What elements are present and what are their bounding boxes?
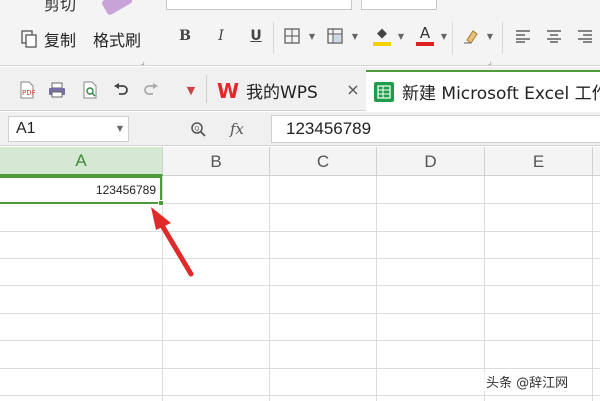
print-preview-icon[interactable]	[79, 79, 101, 101]
gridline	[0, 285, 600, 286]
ribbon-divider	[273, 22, 274, 54]
align-center-icon[interactable]	[545, 27, 563, 45]
column-header-e[interactable]: E	[485, 147, 593, 176]
name-box[interactable]: A1 ▼	[8, 116, 129, 142]
letter-a-icon: A	[419, 24, 431, 42]
ribbon: 剪切 复制 格式刷 ⌟ B I U ▼ ▼ ◆ ▼ A ▼ ▼ ⌟	[0, 0, 600, 66]
column-header-a[interactable]: A	[0, 147, 163, 176]
column-header-c[interactable]: C	[270, 147, 377, 176]
cell-a1[interactable]: 123456789	[0, 176, 162, 204]
worksheet-grid[interactable]: 123456789	[0, 176, 600, 401]
column-headers: A B C D E	[0, 147, 600, 176]
tab-my-wps[interactable]: W 我的WPS ×	[208, 70, 364, 111]
clear-format-icon[interactable]	[461, 26, 481, 46]
formula-input[interactable]: 123456789	[271, 115, 600, 143]
close-icon[interactable]: ×	[344, 79, 362, 99]
svg-text:Q: Q	[195, 126, 200, 133]
fill-color-swatch	[373, 41, 391, 46]
merge-icon[interactable]	[326, 27, 344, 45]
ribbon-divider	[452, 22, 453, 54]
bold-button[interactable]: B	[176, 27, 194, 45]
column-header-d[interactable]: D	[377, 147, 485, 176]
font-size-select[interactable]	[361, 0, 437, 10]
format-painter-button[interactable]: 格式刷	[93, 29, 141, 50]
formula-value: 123456789	[286, 119, 372, 138]
tab-divider	[206, 75, 207, 103]
copy-button[interactable]: 复制	[44, 29, 76, 50]
clear-dropdown-chevron-down-icon[interactable]: ▼	[485, 29, 495, 43]
fill-dropdown-chevron-down-icon[interactable]: ▼	[396, 29, 406, 43]
tab-excel-workbook[interactable]: 新建 Microsoft Excel 工作表	[366, 70, 600, 111]
merge-dropdown-chevron-down-icon[interactable]: ▼	[350, 29, 360, 43]
gridline	[0, 313, 600, 314]
name-box-chevron-down-icon[interactable]: ▼	[117, 124, 123, 133]
excel-file-icon	[374, 81, 394, 102]
print-icon[interactable]	[46, 79, 68, 101]
cell-a1-value: 123456789	[95, 183, 156, 197]
font-color-dropdown-chevron-down-icon[interactable]: ▼	[439, 29, 449, 43]
fill-color-icon[interactable]: ◆	[371, 24, 393, 48]
font-dialog-launcher-icon[interactable]: ⌟	[488, 57, 492, 65]
gridline	[0, 258, 600, 259]
italic-button[interactable]: I	[212, 27, 230, 45]
align-left-icon[interactable]	[514, 27, 532, 45]
undo-icon[interactable]	[110, 79, 132, 101]
copy-icon[interactable]	[20, 30, 38, 48]
tab-label: 我的WPS	[246, 83, 318, 103]
clipboard-dialog-launcher-icon[interactable]: ⌟	[141, 57, 145, 65]
column-header-b[interactable]: B	[163, 147, 270, 176]
svg-text:PDF: PDF	[22, 89, 35, 97]
name-box-value: A1	[16, 120, 36, 137]
gridline	[0, 368, 600, 369]
underline-button[interactable]: U	[247, 27, 265, 45]
paint-bucket-icon: ◆	[377, 25, 387, 41]
cut-button[interactable]: 剪切	[44, 0, 76, 15]
gridline	[0, 231, 600, 232]
customize-toolbar-chevron-down-icon[interactable]: ▼	[180, 79, 202, 101]
border-dropdown-chevron-down-icon[interactable]: ▼	[307, 29, 317, 43]
ribbon-divider	[502, 22, 503, 54]
wps-logo-icon: W	[216, 78, 240, 103]
border-icon[interactable]	[283, 27, 301, 45]
insert-function-icon[interactable]: fx	[226, 119, 248, 139]
fill-handle[interactable]	[158, 200, 164, 206]
gridline	[0, 395, 600, 396]
quick-access-bar: PDF ▼ W 我的WPS × 新建 Microsoft Excel 工作表	[0, 67, 600, 111]
font-color-icon[interactable]: A	[414, 24, 436, 48]
font-name-select[interactable]	[166, 0, 352, 10]
align-right-icon[interactable]	[576, 27, 594, 45]
redo-icon[interactable]	[140, 79, 162, 101]
export-pdf-icon[interactable]: PDF	[16, 79, 38, 101]
watermark: 头条 @辞江网	[483, 372, 572, 391]
font-color-swatch	[416, 42, 434, 46]
cut-icon[interactable]	[100, 0, 134, 16]
tab-label: 新建 Microsoft Excel 工作表	[402, 84, 600, 104]
ribbon-top-strip: 剪切	[0, 0, 600, 16]
zoom-icon[interactable]: Q	[189, 120, 207, 138]
gridline	[0, 340, 600, 341]
formula-bar: A1 ▼ Q fx 123456789	[0, 112, 600, 146]
